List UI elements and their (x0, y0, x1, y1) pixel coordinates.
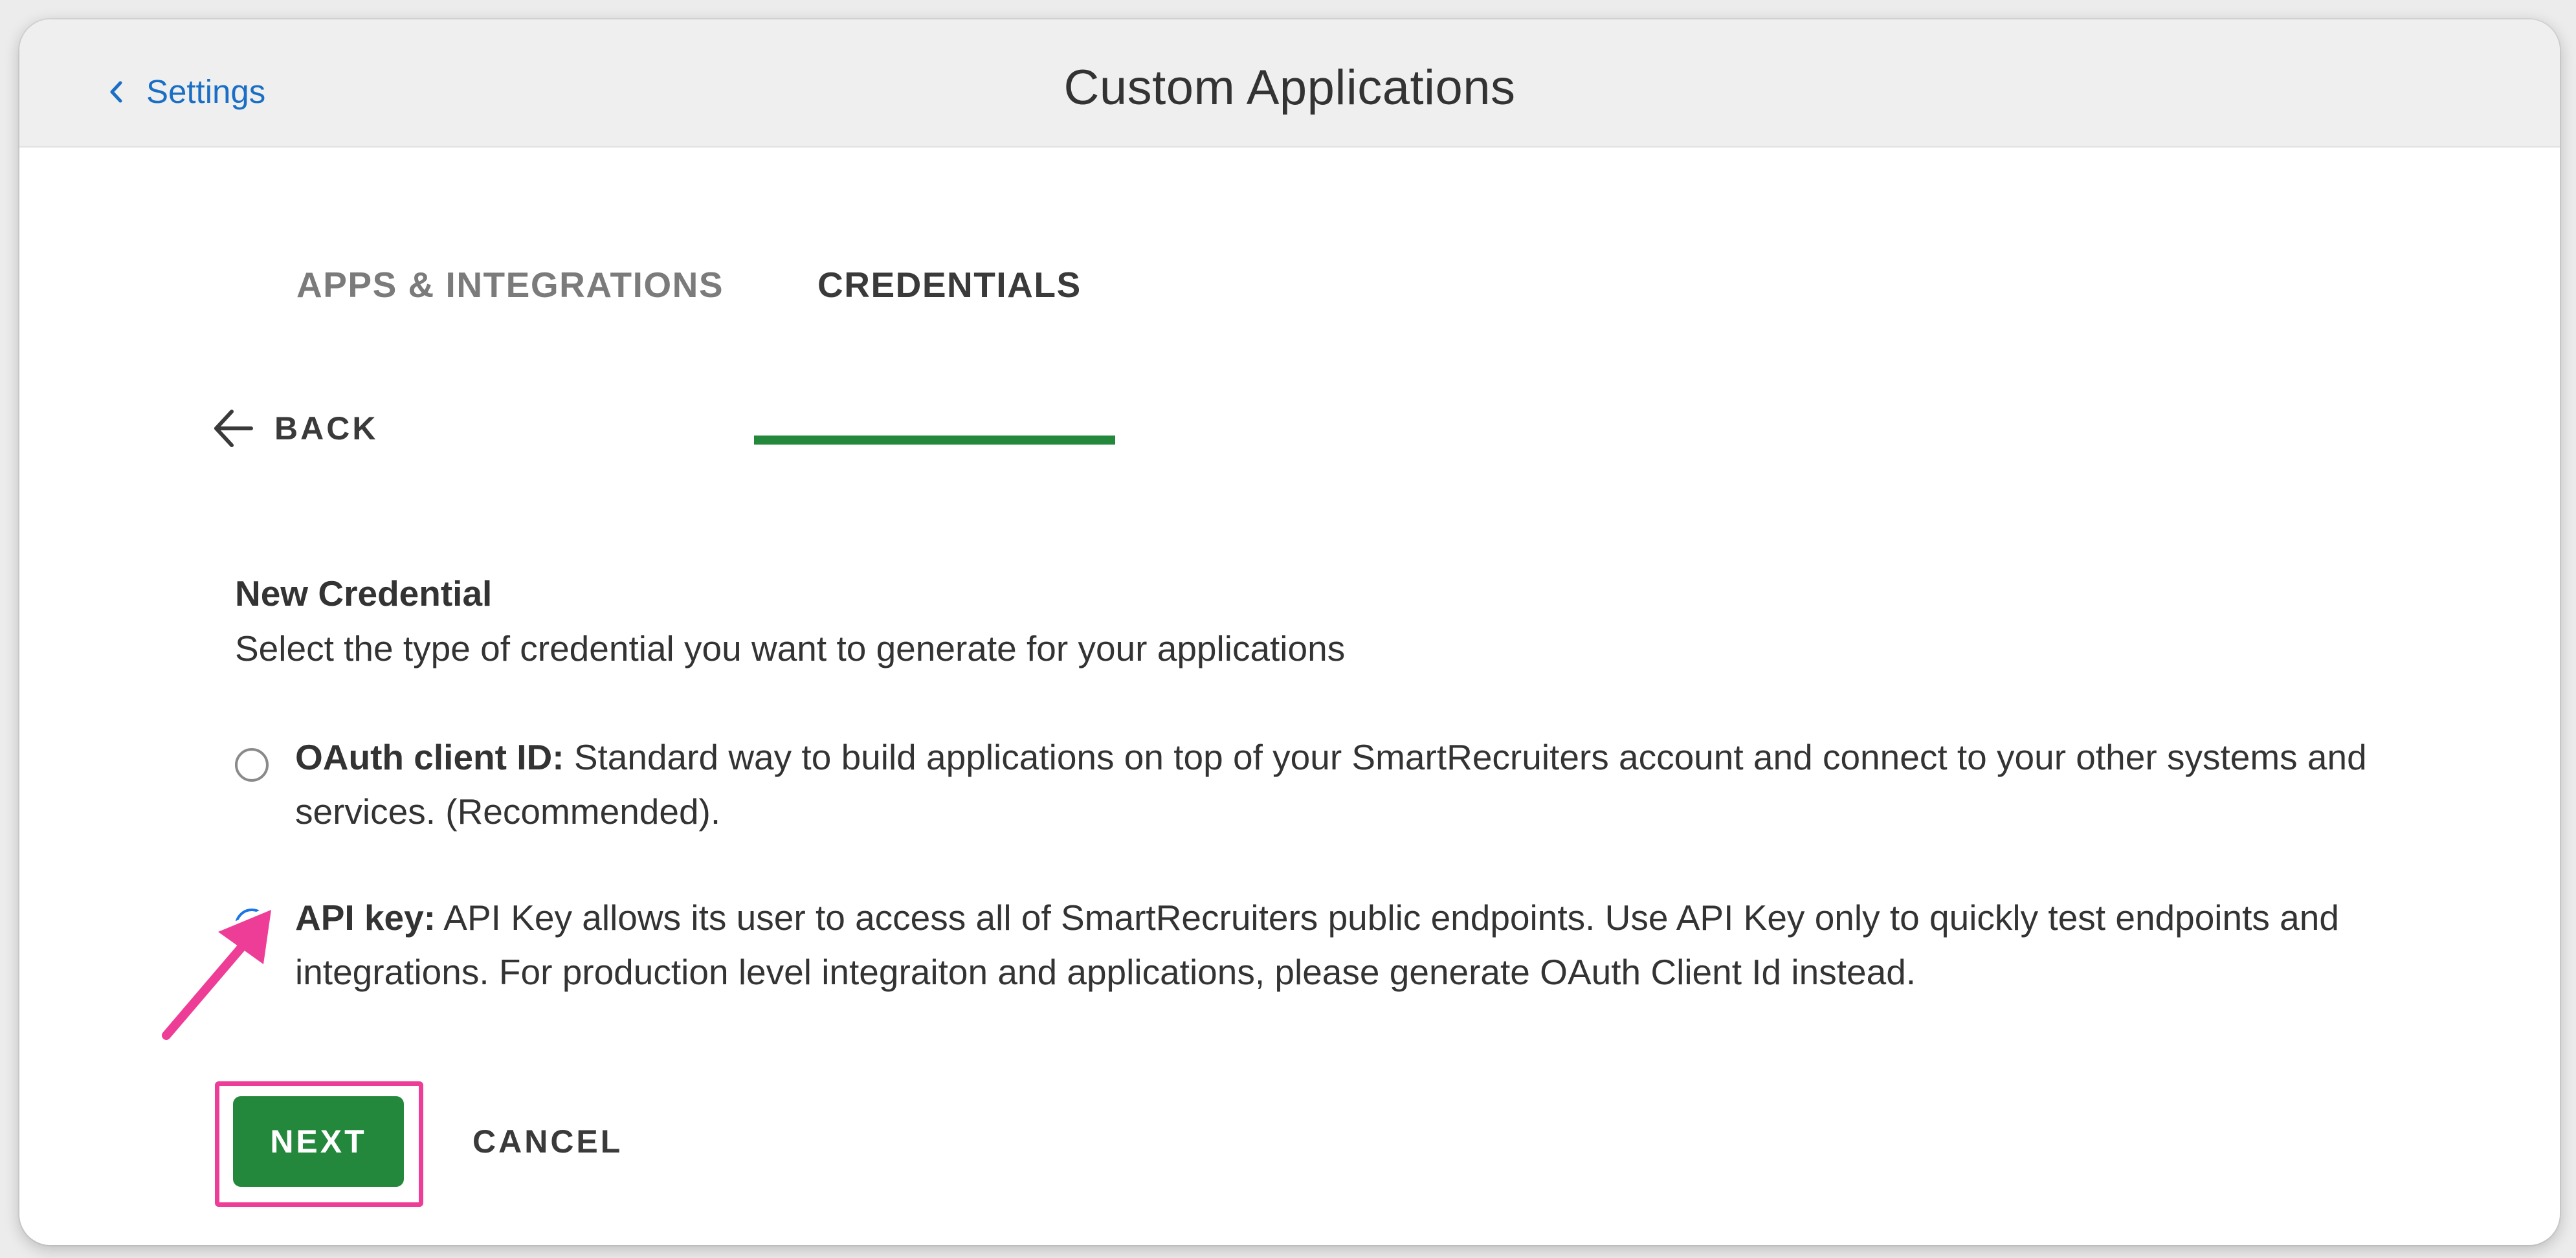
tab-bar: APPS & INTEGRATIONS CREDENTIALS (19, 148, 2560, 445)
tab-apps-integrations[interactable]: APPS & INTEGRATIONS (296, 264, 724, 305)
credential-option-api-key: API key: API Key allows its user to acce… (235, 890, 2468, 999)
oauth-radio[interactable] (235, 748, 269, 782)
oauth-option-description: Standard way to build applications on to… (295, 737, 2367, 832)
active-tab-indicator (754, 436, 1115, 445)
pointer-arrow-icon (159, 903, 275, 1043)
arrow-left-icon (214, 410, 253, 447)
form-title: New Credential (235, 573, 493, 613)
oauth-option-name: OAuth client ID: (295, 737, 564, 777)
back-button[interactable]: BACK (211, 408, 378, 449)
next-button[interactable]: NEXT (233, 1096, 404, 1187)
page-title: Custom Applications (1063, 60, 1516, 115)
header-bar: Settings Custom Applications (19, 19, 2560, 148)
form-description: Select the type of credential you want t… (235, 628, 1346, 668)
api-key-option-description: API Key allows its user to access all of… (295, 898, 2339, 992)
tab-credentials[interactable]: CREDENTIALS (817, 264, 1082, 305)
api-key-option-text: API key: API Key allows its user to acce… (295, 890, 2463, 999)
oauth-option-text: OAuth client ID: Standard way to build a… (295, 730, 2463, 839)
api-key-option-name: API key: (295, 898, 436, 938)
credential-option-oauth: OAuth client ID: Standard way to build a… (235, 730, 2468, 839)
app-window: Settings Custom Applications APPS & INTE… (19, 19, 2560, 1245)
cancel-button[interactable]: CANCEL (472, 1123, 623, 1160)
back-label: BACK (274, 410, 379, 447)
